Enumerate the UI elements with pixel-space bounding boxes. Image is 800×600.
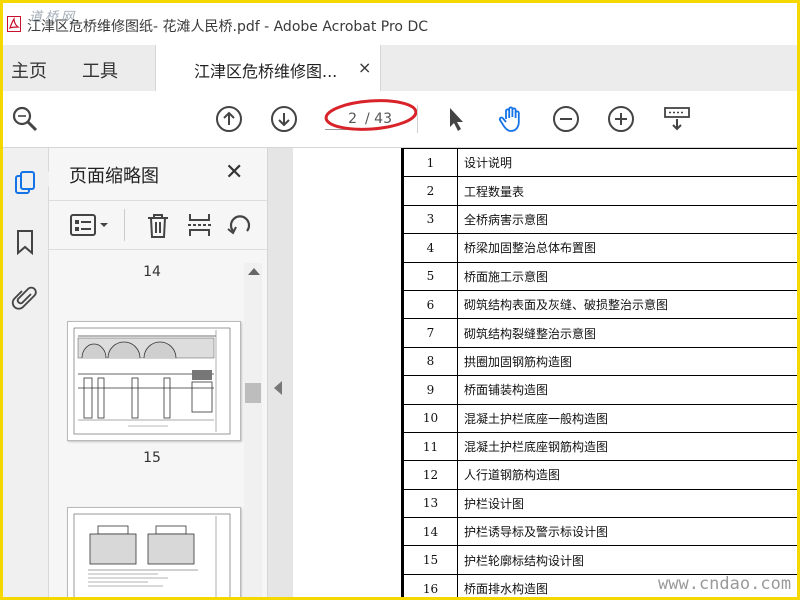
row-number: 12 <box>401 460 458 490</box>
tab-document-label: 江津区危桥维修图... <box>194 62 338 81</box>
drawing-name: 工程数量表 <box>457 176 797 206</box>
table-row: 15 护栏轮廓标结构设计图 <box>401 545 797 575</box>
bookmark-icon[interactable] <box>11 228 39 256</box>
collapse-panel-icon[interactable] <box>274 381 282 395</box>
table-row: 2 工程数量表 <box>401 176 797 206</box>
page-thumbnail-16[interactable] <box>67 507 241 597</box>
toolbar-separator <box>417 105 418 133</box>
row-number: 15 <box>401 545 458 575</box>
drawing-name: 混凝土护栏底座钢筋构造图 <box>457 431 797 462</box>
row-number: 5 <box>401 261 458 291</box>
table-row: 14 护栏诱导标及警示标设计图 <box>401 517 797 547</box>
table-row: 7 砌筑结构裂缝整治示意图 <box>401 318 797 348</box>
row-number: 13 <box>401 488 458 519</box>
delete-page-icon[interactable] <box>143 211 173 239</box>
scroll-up-icon[interactable] <box>248 268 260 275</box>
drawing-name: 砌筑结构表面及灰缝、破损整治示意图 <box>457 289 797 320</box>
thumbnails-panel: 页面缩略图 ✕ 14 15 <box>49 148 268 597</box>
drawing-name: 护栏轮廓标结构设计图 <box>457 545 797 575</box>
table-row: 1 设计说明 <box>401 147 797 178</box>
row-number: 6 <box>401 289 458 320</box>
row-number: 4 <box>401 233 458 263</box>
thumbnail-label-15: 15 <box>143 450 161 466</box>
watermark-bottom-right: www.cndao.com <box>658 574 792 594</box>
row-number: 3 <box>401 204 458 235</box>
thumbnail-drawing-15 <box>73 327 231 435</box>
zoom-in-icon[interactable] <box>607 105 635 133</box>
thumbnail-options-icon[interactable] <box>69 211 113 239</box>
title-bar: 江津区危桥维修图纸- 花滩人民桥.pdf - Adobe Acrobat Pro… <box>3 3 797 45</box>
table-row: 9 桥面铺装构造图 <box>401 375 797 405</box>
tab-tools[interactable]: 工具 <box>82 57 118 83</box>
drawing-name: 桥面铺装构造图 <box>457 375 797 405</box>
drawing-name: 桥面施工示意图 <box>457 261 797 291</box>
panel-toolbar <box>49 200 267 250</box>
tab-home[interactable]: 主页 <box>11 57 47 83</box>
red-ellipse-annotation <box>324 99 418 131</box>
panel-title: 页面缩略图 <box>69 166 159 187</box>
page-up-icon[interactable] <box>215 105 243 133</box>
app-window: 江津区危桥维修图纸- 花滩人民桥.pdf - Adobe Acrobat Pro… <box>3 3 797 597</box>
select-arrow-icon[interactable] <box>443 105 471 133</box>
row-number: 11 <box>401 431 458 462</box>
acrobat-app-icon <box>7 16 21 32</box>
row-number: 14 <box>401 517 458 547</box>
drawing-name: 人行道钢筋构造图 <box>457 460 797 490</box>
row-number: 7 <box>401 318 458 348</box>
drawing-name: 砌筑结构裂缝整治示意图 <box>457 318 797 348</box>
table-row: 5 桥面施工示意图 <box>401 261 797 291</box>
drawing-name: 护栏设计图 <box>457 488 797 519</box>
thumbnail-label-14: 14 <box>143 264 161 280</box>
table-row: 3 全桥病害示意图 <box>401 204 797 235</box>
table-row: 8 拱圈加固钢筋构造图 <box>401 346 797 377</box>
row-number: 1 <box>401 147 458 178</box>
panel-scrollbar[interactable] <box>244 263 262 597</box>
keyboard-icon[interactable] <box>663 105 691 133</box>
scrollbar-thumb[interactable] <box>245 383 261 403</box>
drawing-name: 桥梁加固整治总体布置图 <box>457 233 797 263</box>
table-row: 12 人行道钢筋构造图 <box>401 460 797 490</box>
page-thumbnail-15[interactable] <box>67 321 241 441</box>
zoom-out-icon[interactable] <box>552 105 580 133</box>
watermark-top-left: 道桥网 <box>29 10 78 25</box>
search-icon[interactable] <box>11 105 39 133</box>
panel-toolbar-separator <box>124 209 125 241</box>
close-tab-icon[interactable]: × <box>358 58 371 77</box>
attachment-icon[interactable] <box>11 284 39 312</box>
extract-pages-icon[interactable] <box>185 211 215 239</box>
drawing-name: 护栏诱导标及警示标设计图 <box>457 517 797 547</box>
window-title: 江津区危桥维修图纸- 花滩人民桥.pdf - Adobe Acrobat Pro… <box>27 19 429 35</box>
table-row: 11 混凝土护栏底座钢筋构造图 <box>401 431 797 462</box>
drawing-contents-table: 1 设计说明 2 工程数量表 3 全桥病害示意图 4 桥梁加固整治总体布置图 5 桥面施工示意图 6… <box>401 147 797 597</box>
page-down-icon[interactable] <box>270 105 298 133</box>
toolbar: 2 / 43 <box>3 91 797 148</box>
row-number: 8 <box>401 346 458 377</box>
table-row: 10 混凝土护栏底座一般构造图 <box>401 403 797 433</box>
row-number: 10 <box>401 403 458 433</box>
table-row: 13 护栏设计图 <box>401 488 797 519</box>
drawing-name: 拱圈加固钢筋构造图 <box>457 346 797 377</box>
row-number: 2 <box>401 176 458 206</box>
drawing-name: 全桥病害示意图 <box>457 204 797 235</box>
row-number: 9 <box>401 375 458 405</box>
tab-bar: 主页 工具 江津区危桥维修图... × <box>3 45 797 92</box>
navigation-rail <box>3 148 49 597</box>
tab-document[interactable]: 江津区危桥维修图... × <box>155 45 381 92</box>
table-row: 6 砌筑结构表面及灰缝、破损整治示意图 <box>401 289 797 320</box>
hand-icon[interactable] <box>497 105 525 133</box>
drawing-name: 设计说明 <box>457 147 797 178</box>
row-number: 16 <box>401 573 458 597</box>
panel-close-icon[interactable]: ✕ <box>225 160 243 185</box>
page-thumbnails-icon[interactable] <box>11 170 39 198</box>
rotate-page-icon[interactable] <box>225 211 255 239</box>
thumbnail-drawing-16 <box>73 513 231 597</box>
drawing-name: 混凝土护栏底座一般构造图 <box>457 403 797 433</box>
table-row: 4 桥梁加固整治总体布置图 <box>401 233 797 263</box>
